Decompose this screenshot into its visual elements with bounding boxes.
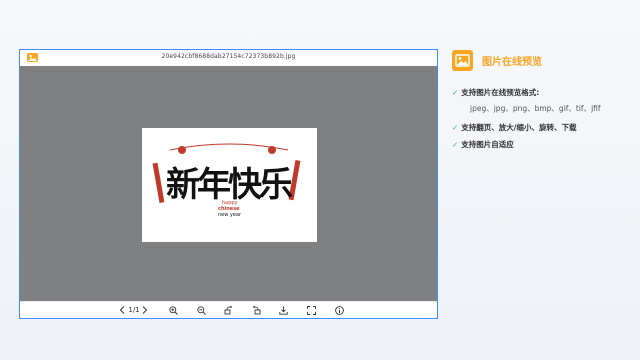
fullscreen-icon[interactable] [306,305,316,315]
image-stage: 新年快乐 happy chinese new year [20,66,437,302]
page-indicator: 1/1 [128,306,140,314]
firecracker-icon [288,159,301,201]
image-viewer: 20e942cbf8688dab27154c72373b892b.jpg 新年快… [19,49,438,319]
check-icon: ✓ [452,123,459,132]
lantern-icon [268,146,276,154]
feature-item: ✓ 支持翻页、放大/缩小、旋转、下载 [452,122,577,133]
viewer-toolbar: 1/1 [20,301,437,318]
format-list: jpeg、jpg、png、bmp、gif、tif、jfif [470,104,601,113]
rotate-left-icon[interactable] [223,305,233,315]
rotate-right-icon[interactable] [251,305,261,315]
image-icon [452,50,473,71]
feature-item: ✓ 支持图片在线预览格式: [452,87,539,98]
feature-label: 支持翻页、放大/缩小、旋转、下载 [461,123,577,132]
chevron-right-icon[interactable] [141,305,149,315]
page-background: 20e942cbf8688dab27154c72373b892b.jpg 新年快… [0,0,640,360]
viewer-titlebar: 20e942cbf8688dab27154c72373b892b.jpg [20,50,437,67]
feature-item: ✓ 支持图片自适应 [452,139,514,150]
check-icon: ✓ [452,140,459,149]
download-icon[interactable] [278,305,288,315]
firecracker-icon [152,162,165,204]
zoom-out-icon[interactable] [196,305,206,315]
chevron-left-icon[interactable] [118,305,126,315]
feature-label: 支持图片自适应 [461,140,514,149]
preview-image[interactable]: 新年快乐 happy chinese new year [142,128,317,242]
caption-line3: new year [218,212,242,218]
lantern-icon [178,146,186,154]
headline-text: 新年快乐 [166,165,293,205]
file-name: 20e942cbf8688dab27154c72373b892b.jpg [161,53,296,60]
info-icon[interactable] [334,305,344,315]
check-icon: ✓ [452,88,459,97]
panel-title: 图片在线预览 [482,57,542,68]
feature-label: 支持图片在线预览格式: [461,88,540,97]
zoom-in-icon[interactable] [168,305,178,315]
new-year-artwork: 新年快乐 happy chinese new year [152,143,301,218]
